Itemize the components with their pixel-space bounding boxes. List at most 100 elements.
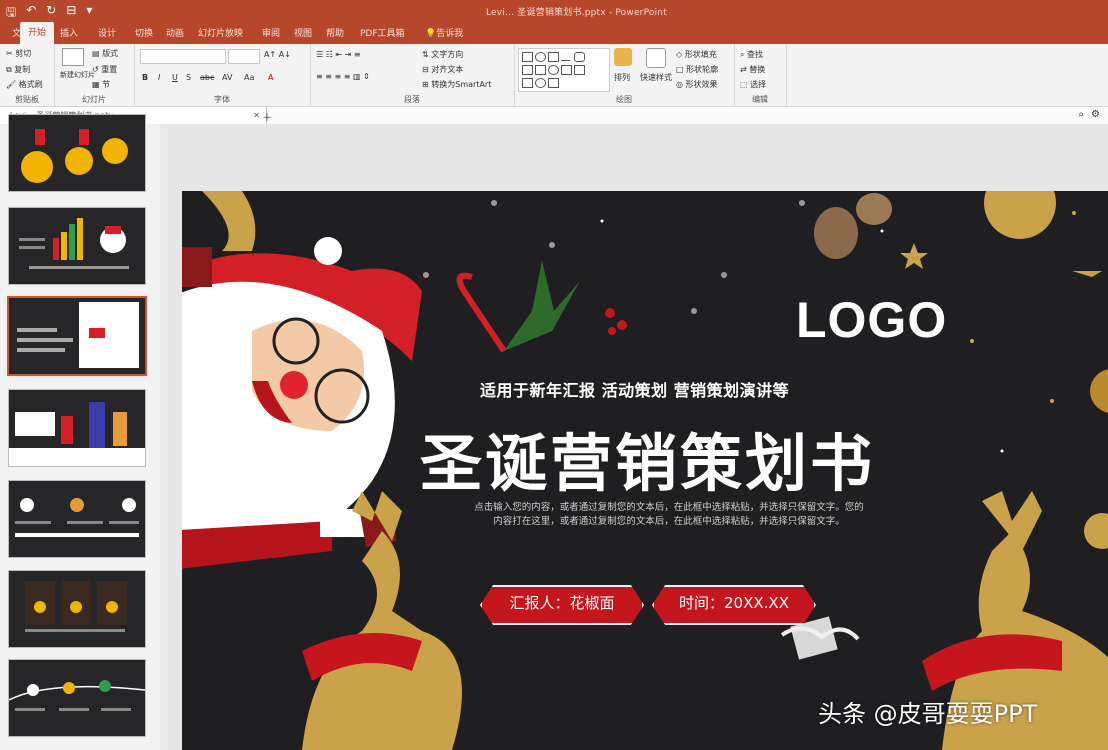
underline-button[interactable]: U xyxy=(172,73,178,82)
align-text-button[interactable]: ⊟ 对齐文本 xyxy=(422,64,463,75)
new-slide-icon[interactable] xyxy=(62,48,84,66)
strikethrough-button[interactable]: abc xyxy=(200,73,214,82)
font-size-input[interactable] xyxy=(228,49,260,64)
tab-view[interactable]: 视图 xyxy=(294,26,312,39)
slide-thumbnail-1-art xyxy=(21,129,128,183)
rectangle-shape-icon[interactable] xyxy=(522,52,533,62)
slide-thumbnail-5[interactable] xyxy=(8,480,146,558)
new-tab-icon[interactable]: ＋ xyxy=(262,109,272,124)
tab-review[interactable]: 审阅 xyxy=(262,26,280,39)
tell-me-search[interactable]: 💡告诉我 xyxy=(425,26,463,39)
lightbulb-icon: 💡 xyxy=(425,29,437,39)
new-slide-button[interactable]: 新建幻灯片 xyxy=(60,70,95,80)
presenter-badge[interactable]: 汇报人：花椒面 xyxy=(480,585,644,625)
smartart-button[interactable]: ⊞ 转换为SmartArt xyxy=(422,79,491,90)
slide-thumbnail-panel xyxy=(0,114,161,750)
snowflake-icon xyxy=(799,200,805,206)
time-badge[interactable]: 时间：20XX.XX xyxy=(652,585,816,625)
tab-pdf-toolbox[interactable]: PDF工具箱 xyxy=(360,26,405,39)
slides-label: 幻灯片 xyxy=(82,95,106,104)
shadow-button[interactable]: S xyxy=(186,73,191,82)
editing-label: 编辑 xyxy=(752,95,768,104)
slide-thumbnail-2[interactable] xyxy=(8,207,146,285)
tab-animations[interactable]: 动画 xyxy=(166,26,184,39)
font-group: A↑ A↓ B I U S abc AV Aa A 字体 xyxy=(134,44,311,106)
shape-fill-button[interactable]: ◇ 形状填充 xyxy=(676,49,717,60)
snowflake-icon xyxy=(691,308,697,314)
triangle-shape-icon[interactable] xyxy=(522,65,533,75)
start-from-beginning-icon[interactable]: ⊟ xyxy=(66,3,76,24)
shape-outline-button[interactable]: □ 形状轮廓 xyxy=(676,64,718,75)
star-shape-icon[interactable] xyxy=(574,65,585,75)
align-buttons[interactable]: ≡ ≡ ≡ ≡ ▥ ⇕ xyxy=(316,72,370,81)
slide-thumbnail-4-art xyxy=(9,390,145,466)
bullets-button[interactable]: ☰ ☷ ⇤ ⇥ ≡ xyxy=(316,50,361,59)
slide-title[interactable]: 圣诞营销策划书 xyxy=(420,413,875,503)
snowflake-icon xyxy=(491,200,497,206)
grow-font-button[interactable]: A↑ A↓ xyxy=(264,50,291,59)
italic-button[interactable]: I xyxy=(158,73,160,82)
drawing-label: 绘图 xyxy=(616,95,632,104)
reset-button[interactable]: ↺ 重置 xyxy=(92,64,117,75)
slide-subtitle[interactable]: 适用于新年汇报 活动策划 营销策划演讲等 xyxy=(480,377,789,401)
redo-icon[interactable]: ↻ xyxy=(46,3,56,24)
slide-thumbnail-5-art xyxy=(15,498,139,537)
arrange-button[interactable]: 排列 xyxy=(614,72,630,83)
thumbnail-scrollbar[interactable] xyxy=(160,124,168,750)
tab-insert[interactable]: 插入 xyxy=(60,26,78,39)
close-tab-icon[interactable]: ✕ xyxy=(253,107,260,124)
title-bar: 🖫 ↶ ↻ ⊟ ▾ Levi... 圣诞营销策划书.pptx - PowerPo… xyxy=(0,0,1108,22)
shapes-gallery[interactable] xyxy=(518,48,610,92)
change-case-button[interactable]: Aa xyxy=(244,73,254,82)
tab-home[interactable]: 开始 xyxy=(20,22,55,44)
customize-icon[interactable]: ▾ xyxy=(86,3,92,24)
smiley-shape-icon[interactable] xyxy=(535,78,546,88)
settings-icon[interactable]: ⚙ xyxy=(1091,109,1100,120)
pine-cone xyxy=(814,207,858,259)
line-shape-icon[interactable] xyxy=(561,52,570,61)
callout-shape-icon[interactable] xyxy=(522,78,533,88)
brace-shape-icon[interactable] xyxy=(561,65,572,75)
quick-styles-button[interactable]: 快速样式 xyxy=(640,72,672,83)
save-icon[interactable]: 🖫 xyxy=(6,3,16,24)
replace-button[interactable]: ⇄ 替换 xyxy=(740,64,765,75)
logo-placeholder[interactable]: LOGO xyxy=(796,291,947,349)
gold-ornament xyxy=(984,191,1056,239)
candy-cane xyxy=(456,272,507,353)
slide-description[interactable]: 点击输入您的内容，或者通过复制您的文本后，在此框中选择粘贴，并选择只保留文字。您… xyxy=(474,501,864,529)
slide-thumbnail-4[interactable] xyxy=(8,389,146,467)
bold-button[interactable]: B xyxy=(142,73,148,82)
flowchart-shape-icon[interactable] xyxy=(548,78,559,88)
slide-thumbnail-1[interactable] xyxy=(8,114,146,192)
cut-button[interactable]: ✂ 剪切 xyxy=(6,48,31,59)
tab-slideshow[interactable]: 幻灯片放映 xyxy=(198,26,243,39)
character-spacing-button[interactable]: AV xyxy=(222,73,232,82)
arrange-icon[interactable] xyxy=(614,48,632,66)
find-button[interactable]: ⌕ 查找 xyxy=(740,49,763,60)
search-icon[interactable]: ⌕ xyxy=(1078,109,1084,120)
quick-styles-icon[interactable] xyxy=(646,48,666,68)
slide-thumbnail-3[interactable] xyxy=(7,296,147,376)
textbox-shape-icon[interactable] xyxy=(548,52,559,62)
text-direction-button[interactable]: ⇅ 文字方向 xyxy=(422,49,463,60)
tab-design[interactable]: 设计 xyxy=(98,26,116,39)
select-button[interactable]: ⬚ 选择 xyxy=(740,79,766,90)
arrow-shape-icon[interactable] xyxy=(535,65,546,75)
slide-thumbnail-6[interactable] xyxy=(8,570,146,648)
format-painter-button[interactable]: 🖌 格式刷 xyxy=(6,79,43,90)
layout-button[interactable]: ▤ 版式 xyxy=(92,48,118,59)
oval-shape-icon[interactable] xyxy=(535,52,546,62)
tab-help[interactable]: 帮助 xyxy=(326,26,344,39)
undo-icon[interactable]: ↶ xyxy=(26,3,36,24)
shape-effects-button[interactable]: ◎ 形状效果 xyxy=(676,79,718,90)
circle-shape-icon[interactable] xyxy=(548,65,559,75)
slide-thumbnail-7[interactable] xyxy=(8,659,146,737)
copy-button[interactable]: ⧉ 复制 xyxy=(6,64,30,75)
rounded-rect-shape-icon[interactable] xyxy=(574,52,585,62)
font-name-input[interactable] xyxy=(140,49,226,64)
tab-transitions[interactable]: 切换 xyxy=(135,26,153,39)
section-button[interactable]: ▦ 节 xyxy=(92,79,110,90)
font-label: 字体 xyxy=(214,95,230,104)
font-color-button[interactable]: A xyxy=(268,73,273,82)
slide-main[interactable]: LOGO 适用于新年汇报 活动策划 营销策划演讲等 圣诞营销策划书 点击输入您的… xyxy=(182,191,1108,750)
